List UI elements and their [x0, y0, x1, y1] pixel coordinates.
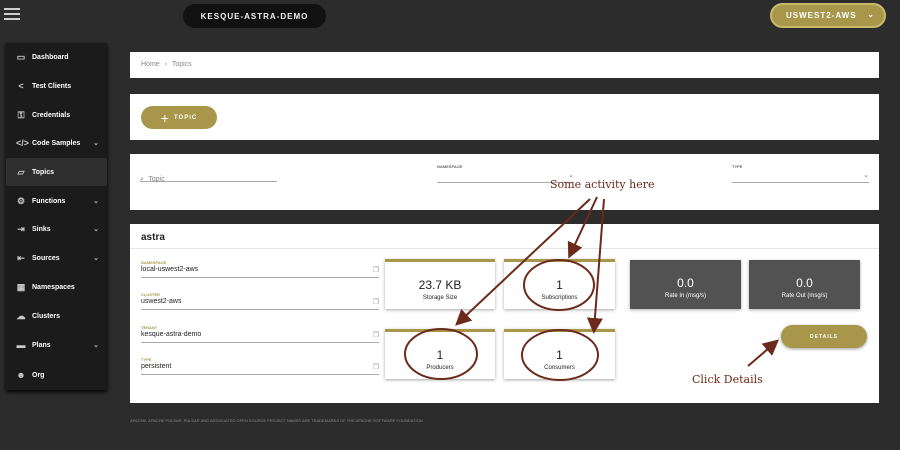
sidebar-item-test-clients[interactable]: < Test Clients — [6, 72, 107, 100]
region-label: USWEST2-AWS — [786, 11, 857, 20]
sidebar-item-label: Namespaces — [32, 283, 75, 291]
card-icon: ▬ — [16, 340, 26, 350]
sidebar-item-credentials[interactable]: ⚿ Credentials — [6, 101, 107, 129]
topic-name: astra — [141, 232, 165, 243]
stat-label: Producers — [426, 365, 454, 371]
annotation-details: Click Details — [692, 373, 763, 386]
field-value: uswest2-aws — [141, 298, 182, 305]
stat-value: 23.7 KB — [418, 278, 462, 292]
field-value: persistent — [141, 363, 172, 370]
consumers-stat: 1 Consumers — [504, 329, 615, 379]
breadcrumb-home-link[interactable]: Home — [141, 61, 160, 68]
sidebar-item-label: Topics — [32, 168, 55, 176]
sidebar-item-label: Sinks — [32, 225, 51, 233]
copy-icon[interactable]: ❐ — [373, 331, 379, 339]
sidebar-item-plans[interactable]: ▬ Plans ⌄ — [6, 331, 107, 359]
cluster-field: CLUSTER uswest2-aws ❐ — [141, 292, 379, 310]
sidebar-item-clusters[interactable]: ☁ Clusters — [6, 302, 107, 330]
rate-out-stat: 0.0 Rate Out (msg/s) — [749, 260, 860, 309]
sidebar-item-label: Functions — [32, 197, 66, 205]
sidebar-item-label: Clusters — [32, 312, 61, 320]
copy-icon[interactable]: ❐ — [373, 266, 379, 274]
sidebar-item-sources[interactable]: ⇤ Sources ⌄ — [6, 244, 107, 272]
stat-label: Consumers — [544, 365, 575, 371]
producers-stat: 1 Producers — [385, 329, 495, 379]
topic-card: astra NAMESPACE local-uswest2-aws ❐ CLUST… — [130, 224, 879, 403]
copy-icon[interactable]: ❐ — [373, 363, 379, 371]
breadcrumb: Home › Topics — [141, 61, 192, 68]
code-icon: </> — [16, 138, 30, 148]
sidebar-item-label: Sources — [32, 254, 60, 262]
breadcrumb-current: Topics — [171, 61, 192, 68]
topic-search-placeholder: Topic — [148, 176, 165, 183]
rate-in-stat: 0.0 Rate In (msg/s) — [630, 260, 741, 309]
divider — [130, 248, 879, 249]
plus-icon: + — [160, 109, 170, 126]
footer-trademark: APACHE, APACHE PULSAR, PULSAR AND ASSOCI… — [130, 418, 423, 423]
sidebar: ▭ Dashboard < Test Clients ⚿ Credentials </… — [6, 43, 107, 390]
sidebar-item-functions[interactable]: ⚙ Functions ⌄ — [6, 187, 107, 215]
sidebar-item-label: Code Samples — [32, 139, 81, 147]
sidebar-item-topics[interactable]: ▱ Topics — [6, 158, 107, 186]
chevron-down-icon: ⌄ — [93, 255, 99, 262]
tenant-field: TENANT kesque-astra-demo ❐ — [141, 325, 379, 343]
type-select[interactable]: ⌄ — [732, 169, 869, 183]
field-value: kesque-astra-demo — [141, 331, 202, 338]
breadcrumb-separator: › — [164, 61, 167, 68]
stat-value: 0.0 — [796, 276, 813, 290]
search-icon: ⌕ — [140, 176, 144, 183]
storage-size-stat: 23.7 KB Storage Size — [385, 259, 495, 309]
region-dropdown[interactable]: USWEST2-AWS ⌄ — [770, 3, 886, 28]
sidebar-item-sinks[interactable]: ⇥ Sinks ⌄ — [6, 215, 107, 243]
add-topic-button[interactable]: + TOPIC — [141, 106, 217, 129]
add-topic-label: TOPIC — [173, 114, 198, 121]
sidebar-item-code-samples[interactable]: </> Code Samples ⌄ — [6, 129, 107, 157]
stat-label: Rate Out (msg/s) — [781, 293, 828, 299]
chevron-down-icon: ⌄ — [93, 226, 99, 233]
grid-icon: ▦ — [16, 281, 26, 292]
chevron-down-icon: ⌄ — [863, 172, 869, 179]
field-value: local-uswest2-aws — [141, 266, 199, 273]
topic-actions-card: + TOPIC — [130, 94, 879, 140]
login-icon: ⇤ — [17, 252, 25, 263]
details-button[interactable]: DETAILS — [781, 325, 867, 348]
sidebar-item-label: Org — [32, 371, 45, 379]
type-field: TYPE persistent ❐ — [141, 357, 379, 375]
stat-value: 1 — [556, 348, 563, 362]
menu-icon[interactable] — [4, 8, 20, 22]
sidebar-item-label: Dashboard — [32, 53, 69, 61]
share-icon: < — [18, 81, 24, 91]
stat-value: 0.0 — [677, 276, 694, 290]
chevron-down-icon: ⌄ — [93, 140, 99, 147]
sink-icon: ⇥ — [17, 223, 25, 234]
copy-icon[interactable]: ❐ — [373, 298, 379, 306]
chevron-down-icon: ⌄ — [867, 10, 875, 19]
subscriptions-stat: 1 Subscriptions — [504, 259, 615, 309]
sidebar-item-label: Plans — [32, 341, 51, 349]
stat-value: 1 — [436, 348, 444, 362]
gears-icon: ⚙ — [16, 195, 26, 206]
topic-search-input[interactable]: ⌕ Topic — [140, 168, 277, 183]
folder-icon: ▱ — [17, 166, 25, 177]
sidebar-item-label: Credentials — [32, 111, 71, 119]
annotation-activity: Some activity here — [550, 178, 655, 191]
users-icon: ☻ — [16, 370, 26, 380]
sidebar-item-dashboard[interactable]: ▭ Dashboard — [6, 43, 107, 71]
stat-label: Rate In (msg/s) — [664, 293, 706, 299]
chevron-down-icon: ⌄ — [93, 342, 99, 349]
monitor-icon: ▭ — [16, 51, 26, 62]
stat-label: Storage Size — [422, 295, 458, 301]
namespace-field: NAMESPACE local-uswest2-aws ❐ — [141, 260, 379, 278]
sidebar-item-namespaces[interactable]: ▦ Namespaces — [6, 273, 107, 301]
stat-label: Subscriptions — [541, 295, 578, 301]
sidebar-item-label: Test Clients — [32, 82, 72, 90]
chevron-down-icon: ⌄ — [93, 198, 99, 205]
stat-value: 1 — [556, 278, 563, 292]
cloud-icon: ☁ — [16, 310, 26, 321]
breadcrumb-card: Home › Topics — [130, 52, 879, 78]
database-name-badge: KESQUE-ASTRA-DEMO — [183, 4, 326, 28]
sidebar-item-org[interactable]: ☻ Org — [6, 361, 107, 389]
filter-card: ⌕ Topic NAMESPACE ⌄ TYPE ⌄ — [130, 154, 879, 210]
key-icon: ⚿ — [17, 109, 25, 120]
